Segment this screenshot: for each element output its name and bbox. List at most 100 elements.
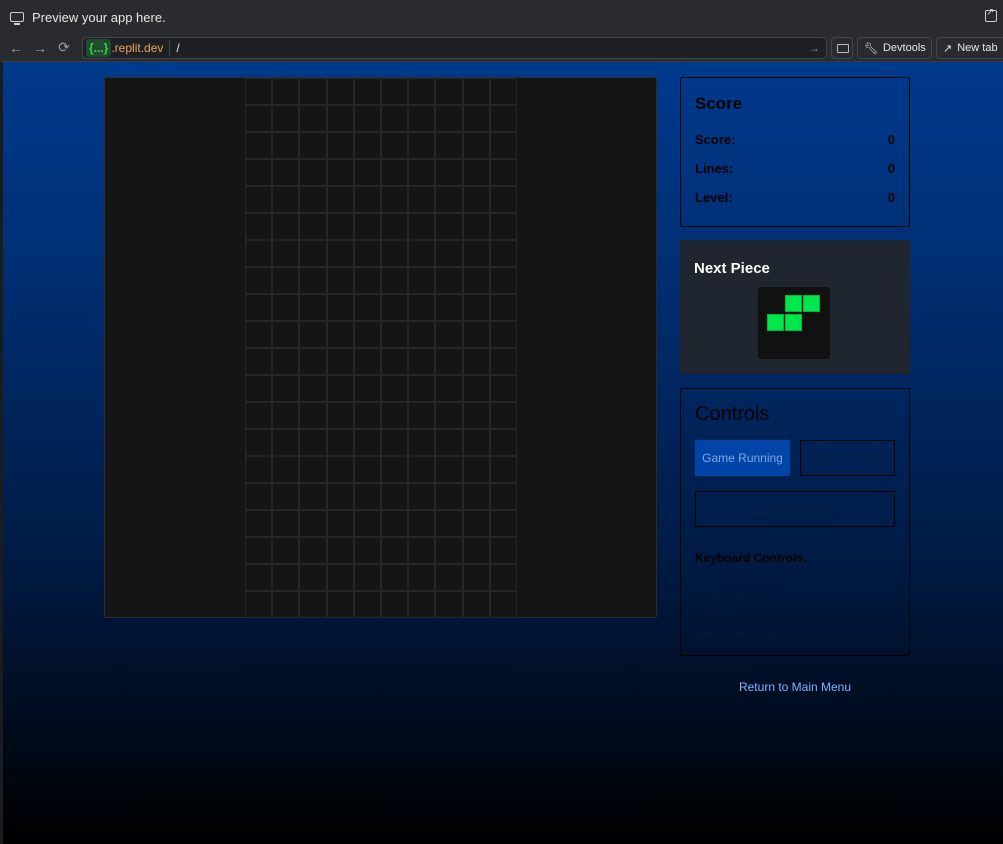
next-piece-panel: Next Piece [680, 240, 910, 374]
board-cell [272, 105, 300, 132]
board-cell [435, 213, 463, 240]
board-cell [299, 591, 327, 618]
board-cell [435, 240, 463, 267]
url-path[interactable]: / [176, 41, 179, 55]
game-running-button[interactable]: Game Running [695, 440, 790, 476]
url-host: {...} [86, 39, 112, 57]
board-cell [435, 267, 463, 294]
board-cell [462, 537, 490, 564]
board-cell [326, 105, 354, 132]
board-cell [299, 213, 327, 240]
board-cell [489, 78, 517, 105]
board-cell [435, 537, 463, 564]
external-link-icon: ↗ [943, 42, 953, 55]
piece-block [803, 295, 820, 312]
url-bar[interactable]: {...} .replit.dev / → [82, 37, 827, 59]
game-board-container [104, 77, 657, 618]
board-cell [462, 564, 490, 591]
board-cell [299, 510, 327, 537]
forward-icon[interactable]: → [28, 40, 52, 56]
board-cell [489, 159, 517, 186]
board-cell [299, 564, 327, 591]
url-domain: .replit.dev [111, 41, 164, 55]
score-label: Score: [695, 132, 736, 147]
board-cell [299, 105, 327, 132]
board-cell [272, 591, 300, 618]
board-cell [272, 483, 300, 510]
reload-icon[interactable]: ⟳ [52, 39, 76, 56]
board-cell [245, 294, 273, 321]
board-cell [353, 375, 381, 402]
board-cell [245, 240, 273, 267]
board-cell [353, 159, 381, 186]
board-cell [435, 429, 463, 456]
board-cell [462, 591, 490, 618]
navigation-bar: ← → ⟳ {...} .replit.dev / → 🔧︎ Devtools … [0, 34, 1003, 82]
board-cell [326, 213, 354, 240]
controls-title: Controls [695, 403, 770, 425]
board-cell [408, 267, 436, 294]
board-cell [326, 348, 354, 375]
board-cell [489, 186, 517, 213]
board-cell [245, 591, 273, 618]
board-cell [326, 402, 354, 429]
board-cell [353, 564, 381, 591]
level-row: Level: 0 [695, 190, 895, 205]
board-cell [272, 159, 300, 186]
board-cell [299, 321, 327, 348]
next-piece-preview [758, 287, 830, 359]
board-cell [299, 78, 327, 105]
devtools-button[interactable]: 🔧︎ Devtools [857, 37, 932, 59]
board-cell [299, 348, 327, 375]
board-cell [381, 132, 409, 159]
board-cell [272, 564, 300, 591]
board-cell [353, 456, 381, 483]
board-cell [353, 591, 381, 618]
board-cell [462, 159, 490, 186]
device-preview-button[interactable] [831, 37, 853, 59]
board-cell [408, 240, 436, 267]
back-icon[interactable]: ← [4, 40, 28, 56]
board-cell [299, 159, 327, 186]
monitor-icon [10, 12, 24, 25]
popout-icon[interactable] [985, 7, 997, 22]
board-cell [408, 186, 436, 213]
board-cell [353, 402, 381, 429]
board-cell [408, 78, 436, 105]
board-cell [435, 321, 463, 348]
board-cell [408, 429, 436, 456]
board-cell [381, 159, 409, 186]
board-cell [272, 429, 300, 456]
board-cell [272, 78, 300, 105]
board-cell [462, 105, 490, 132]
board-cell [489, 564, 517, 591]
unmute-sound-button[interactable]: Unmute Sound [695, 491, 895, 527]
reset-game-button[interactable]: Reset Game [800, 440, 895, 476]
board-cell [326, 186, 354, 213]
board-cell [299, 132, 327, 159]
lines-value: 0 [887, 161, 895, 176]
board-cell [245, 78, 273, 105]
tetris-app: Score Score: 0 Lines: 0 Level: 0 Next Pi… [3, 62, 1003, 844]
board-cell [489, 105, 517, 132]
piece-block [785, 314, 802, 331]
board-cell [381, 78, 409, 105]
board-cell [299, 186, 327, 213]
board-cell [462, 186, 490, 213]
board-cell [272, 348, 300, 375]
return-to-main-menu-link[interactable]: Return to Main Menu [680, 680, 910, 694]
board-cell [462, 348, 490, 375]
board-cell [245, 537, 273, 564]
key-hint: Space : Hard drop [695, 630, 777, 641]
board-cell [353, 105, 381, 132]
board-cell [299, 375, 327, 402]
new-tab-button[interactable]: ↗ New tab [936, 37, 1003, 59]
board-cell [245, 186, 273, 213]
devtools-label: Devtools [882, 42, 926, 54]
go-arrow-icon[interactable]: → [808, 41, 820, 55]
game-grid[interactable] [245, 78, 517, 618]
board-cell [245, 213, 273, 240]
board-cell [272, 267, 300, 294]
board-cell [245, 564, 273, 591]
board-cell [353, 429, 381, 456]
